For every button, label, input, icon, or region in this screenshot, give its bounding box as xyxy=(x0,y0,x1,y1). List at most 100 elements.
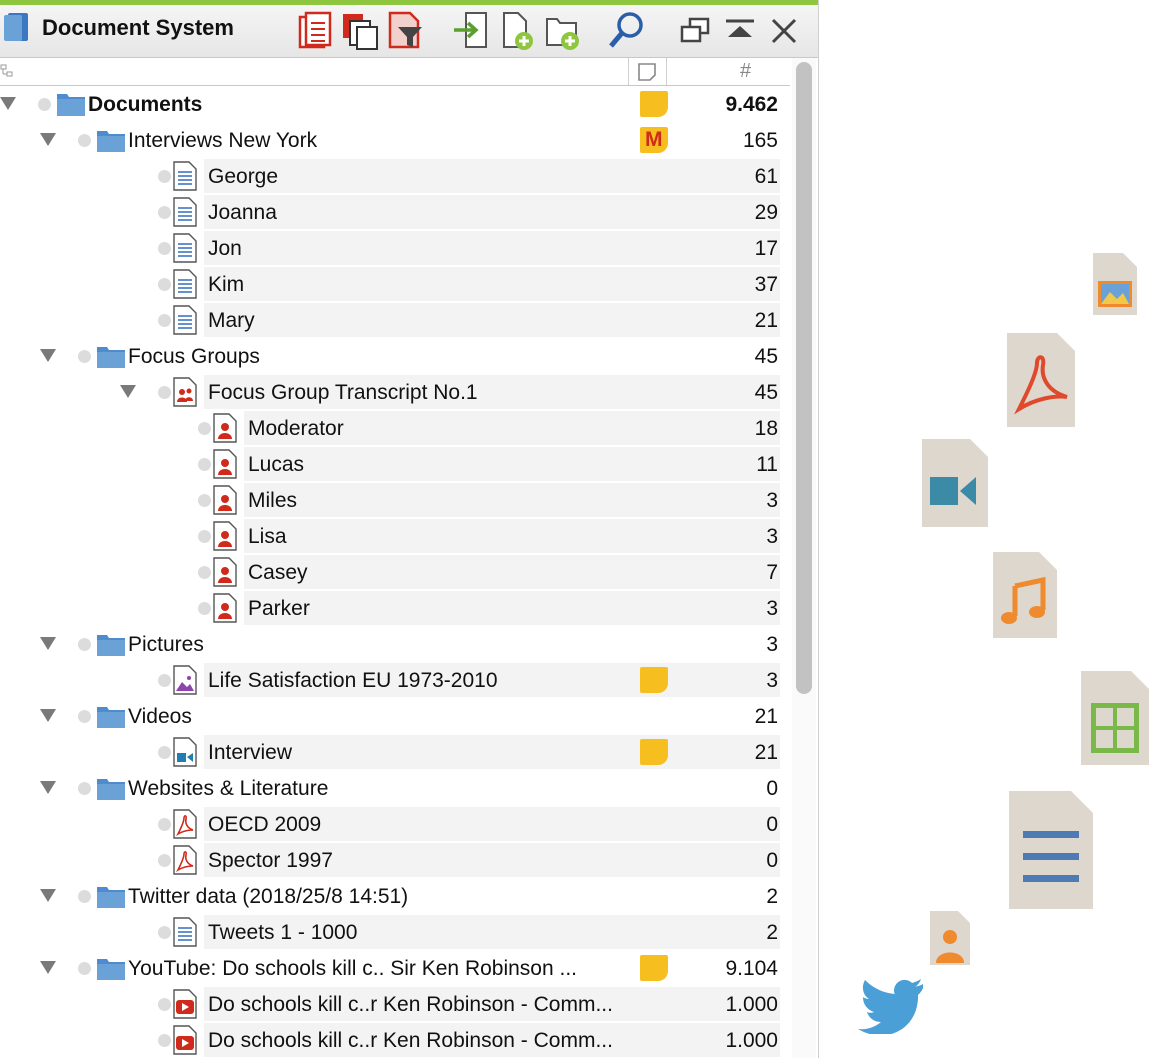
tree-document-row[interactable]: Miles 3 xyxy=(0,482,790,518)
activation-dot[interactable] xyxy=(78,134,91,147)
tree-document-row[interactable]: Mary 21 xyxy=(0,302,790,338)
coded-segment-count: 3 xyxy=(766,525,778,548)
coded-segment-count: 0 xyxy=(766,777,778,800)
activation-dot[interactable] xyxy=(38,98,51,111)
coded-segment-count: 3 xyxy=(766,489,778,512)
undock-window-icon[interactable] xyxy=(676,9,716,51)
tree-document-row[interactable]: Spector 1997 0 xyxy=(0,842,790,878)
tree-item-label: Websites & Literature xyxy=(128,777,329,800)
expand-toggle[interactable] xyxy=(40,349,56,362)
pdf-document-icon xyxy=(170,845,200,875)
activation-dot[interactable] xyxy=(78,638,91,651)
tree-folder-row[interactable]: Focus Groups 45 xyxy=(0,338,790,374)
coded-segment-count: 45 xyxy=(754,345,778,368)
tree-item-label: OECD 2009 xyxy=(208,813,322,836)
tree-document-row[interactable]: Lucas 11 xyxy=(0,446,790,482)
row-stripe xyxy=(244,447,780,481)
activation-dot[interactable] xyxy=(78,710,91,723)
coded-segment-count: 37 xyxy=(754,273,778,296)
memo-icon[interactable] xyxy=(640,955,668,981)
document-system-panel: Document System # Documents 9.462 Interv… xyxy=(0,0,819,1058)
tree-item-label: Interview xyxy=(208,741,293,764)
memo-column-icon[interactable] xyxy=(637,62,657,82)
expand-toggle[interactable] xyxy=(40,637,56,650)
clipboard-activate-icon[interactable] xyxy=(296,9,336,51)
activation-dot[interactable] xyxy=(78,962,91,975)
coded-segment-count: 0 xyxy=(766,849,778,872)
scrollbar-thumb[interactable] xyxy=(796,62,812,694)
import-icon[interactable] xyxy=(452,9,492,51)
tree-document-row[interactable]: Interview 21 xyxy=(0,734,790,770)
window-title: Document System xyxy=(42,15,234,40)
expand-toggle[interactable] xyxy=(120,385,136,398)
activation-dot[interactable] xyxy=(78,782,91,795)
filter-documents-icon[interactable] xyxy=(386,9,426,51)
tree-folder-row[interactable]: Videos 21 xyxy=(0,698,790,734)
youtube-document-icon xyxy=(170,1025,200,1055)
tree-item-label: Focus Group Transcript No.1 xyxy=(208,381,478,404)
tree-item-label: Moderator xyxy=(248,417,344,440)
document-tree: Documents 9.462 Interviews New York M 165 Geo… xyxy=(0,86,790,1058)
memo-letter: M xyxy=(645,128,663,151)
tree-folder-row[interactable]: Pictures 3 xyxy=(0,626,790,662)
coded-segment-count: 9.462 xyxy=(725,93,778,116)
coded-segment-count: 3 xyxy=(766,669,778,692)
expand-toggle[interactable] xyxy=(40,961,56,974)
speaker-icon xyxy=(210,557,240,587)
tree-folder-row[interactable]: YouTube: Do schools kill c.. Sir Ken Rob… xyxy=(0,950,790,986)
new-document-icon[interactable] xyxy=(500,9,540,51)
memo-icon[interactable] xyxy=(640,91,668,117)
expand-toggle[interactable] xyxy=(40,133,56,146)
expand-toggle[interactable] xyxy=(40,709,56,722)
tree-document-row[interactable]: Lisa 3 xyxy=(0,518,790,554)
image-file-icon xyxy=(1093,253,1137,315)
tree-document-row[interactable]: George 61 xyxy=(0,158,790,194)
tree-document-row[interactable]: Parker 3 xyxy=(0,590,790,626)
expand-toggle[interactable] xyxy=(0,97,16,110)
new-folder-icon[interactable] xyxy=(544,9,584,51)
tree-folder-row[interactable]: Documents 9.462 xyxy=(0,86,790,122)
row-stripe xyxy=(204,195,780,229)
coded-segment-count: 29 xyxy=(754,201,778,224)
row-stripe xyxy=(204,159,780,193)
memo-icon[interactable] xyxy=(640,667,668,693)
expand-toggle[interactable] xyxy=(40,889,56,902)
search-icon[interactable] xyxy=(606,9,646,51)
youtube-document-icon xyxy=(170,989,200,1019)
row-stripe xyxy=(244,519,780,553)
coded-segment-count: 165 xyxy=(742,129,778,152)
text-document-icon xyxy=(170,305,200,335)
memo-icon[interactable] xyxy=(640,739,668,765)
folder-icon xyxy=(96,881,126,911)
memo-icon[interactable]: M xyxy=(640,127,668,153)
count-column-header[interactable]: # xyxy=(740,60,751,83)
tree-document-row[interactable]: Do schools kill c..r Ken Robinson - Comm… xyxy=(0,986,790,1022)
collapse-window-icon[interactable] xyxy=(720,9,760,51)
tree-item-label: Do schools kill c..r Ken Robinson - Comm… xyxy=(208,1029,613,1052)
text-document-icon xyxy=(170,161,200,191)
tree-folder-row[interactable]: Interviews New York M 165 xyxy=(0,122,790,158)
tree-document-row[interactable]: Casey 7 xyxy=(0,554,790,590)
audio-file-icon xyxy=(993,552,1057,638)
tree-folder-row[interactable]: Twitter data (2018/25/8 14:51) 2 xyxy=(0,878,790,914)
tree-document-row[interactable]: Focus Group Transcript No.1 45 xyxy=(0,374,790,410)
tree-document-row[interactable]: OECD 2009 0 xyxy=(0,806,790,842)
tree-document-row[interactable]: Tweets 1 - 1000 2 xyxy=(0,914,790,950)
tree-document-row[interactable]: Jon 17 xyxy=(0,230,790,266)
tree-document-row[interactable]: Joanna 29 xyxy=(0,194,790,230)
tree-document-row[interactable]: Do schools kill c..r Ken Robinson - Comm… xyxy=(0,1022,790,1058)
activation-dot[interactable] xyxy=(78,890,91,903)
tree-document-row[interactable]: Life Satisfaction EU 1973-2010 3 xyxy=(0,662,790,698)
tree-folder-row[interactable]: Websites & Literature 0 xyxy=(0,770,790,806)
tree-item-label: Kim xyxy=(208,273,245,296)
activation-dot[interactable] xyxy=(78,350,91,363)
video-document-icon xyxy=(170,737,200,767)
close-icon[interactable] xyxy=(764,9,804,51)
spreadsheet-file-icon xyxy=(1081,671,1149,765)
expand-toggle[interactable] xyxy=(40,781,56,794)
copy-documents-icon[interactable] xyxy=(340,9,380,51)
tree-column-icon[interactable] xyxy=(0,64,14,78)
text-document-icon xyxy=(170,233,200,263)
tree-document-row[interactable]: Kim 37 xyxy=(0,266,790,302)
tree-document-row[interactable]: Moderator 18 xyxy=(0,410,790,446)
